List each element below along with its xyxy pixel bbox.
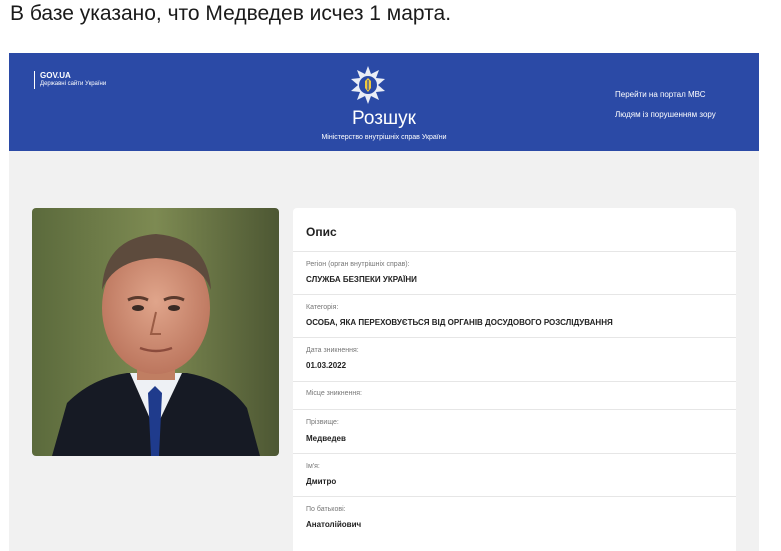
category-value: ОСОБА, ЯКА ПЕРЕХОВУЄТЬСЯ ВІД ОРГАНІВ ДОС… [306, 318, 613, 327]
divider [293, 409, 736, 410]
article-caption: В базе указано, что Медведев исчез 1 мар… [10, 2, 452, 25]
disappearance-date-value: 01.03.2022 [306, 361, 347, 370]
patronymic-label: По батькові: [306, 506, 346, 513]
site-header: GOV.UA Державні сайти України Розшук Мін… [9, 53, 759, 151]
description-card: Опис Регіон (орган внутрішніх справ): СЛ… [293, 208, 736, 551]
divider [293, 381, 736, 382]
disappearance-place-label: Місце зникнення: [306, 390, 362, 397]
gov-ua-logo[interactable]: GOV.UA Державні сайти України [34, 71, 106, 89]
surname-value: Медведев [306, 434, 346, 443]
card-title: Опис [306, 225, 337, 239]
accessibility-link[interactable]: Людям із порушенням зору [615, 110, 716, 119]
portal-link[interactable]: Перейти на портал МВС [615, 90, 706, 99]
patronymic-value: Анатолійович [306, 520, 362, 529]
gov-ua-title: GOV.UA [40, 71, 71, 80]
category-label: Категорія: [306, 304, 339, 311]
gov-ua-subtitle: Державні сайти України [40, 81, 107, 87]
divider [293, 453, 736, 454]
first-name-value: Дмитро [306, 477, 337, 486]
wanted-page-screenshot: GOV.UA Державні сайти України Розшук Мін… [9, 53, 759, 551]
surname-label: Прізвище: [306, 419, 339, 426]
first-name-label: Ім'я: [306, 463, 320, 470]
site-subtitle: Міністерство внутрішніх справ України [321, 134, 447, 141]
divider [293, 496, 736, 497]
divider [293, 337, 736, 338]
divider [293, 251, 736, 252]
divider [293, 294, 736, 295]
region-value: СЛУЖБА БЕЗПЕКИ УКРАЇНИ [306, 275, 417, 284]
person-photo [32, 208, 279, 456]
police-emblem-icon [351, 66, 385, 104]
disappearance-date-label: Дата зникнення: [306, 347, 359, 354]
region-label: Регіон (орган внутрішніх справ): [306, 261, 410, 268]
